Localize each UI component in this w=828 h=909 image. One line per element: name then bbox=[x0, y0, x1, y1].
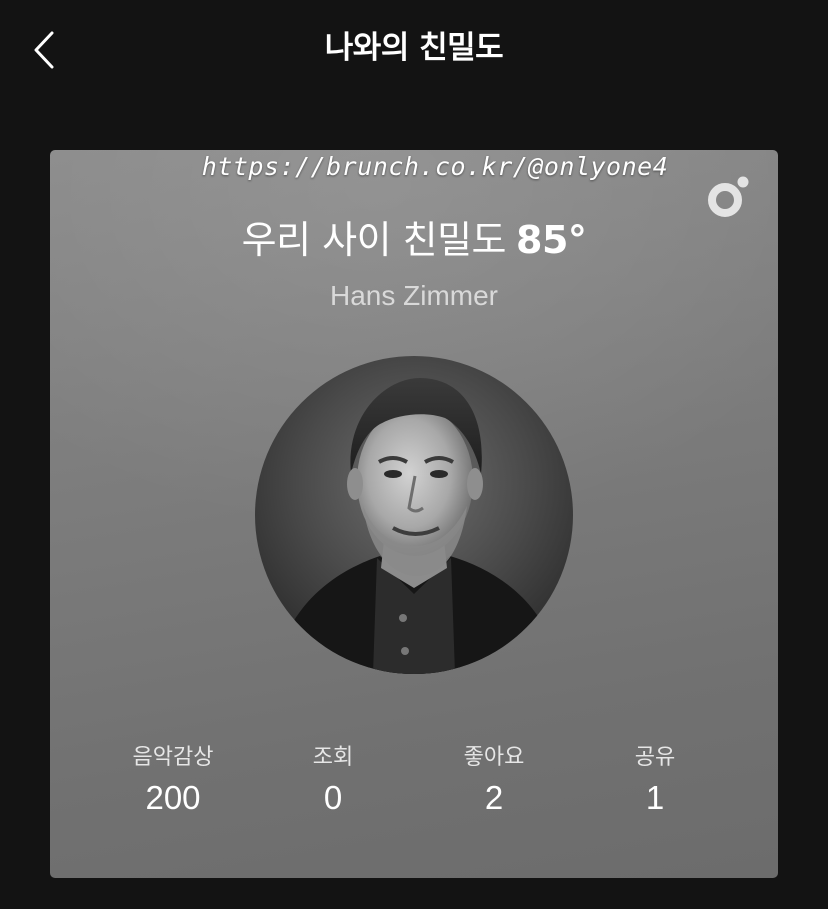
stat-value: 200 bbox=[145, 779, 201, 816]
stat-label: 공유 bbox=[634, 745, 676, 770]
stat-label: 좋아요 bbox=[463, 745, 525, 770]
intimacy-headline: 우리 사이 친밀도 85° bbox=[50, 212, 778, 268]
stat-value: 1 bbox=[645, 779, 665, 816]
stat-value: 2 bbox=[484, 779, 504, 816]
stat-music-listening: 음악감상 200 bbox=[93, 742, 253, 820]
stat-label: 조회 bbox=[312, 745, 354, 770]
stat-shares: 공유 1 bbox=[575, 742, 735, 820]
stats-row: 음악감상 200 조회 0 좋아요 2 공유 1 bbox=[50, 742, 778, 822]
stat-likes: 좋아요 2 bbox=[414, 742, 574, 820]
stat-label: 음악감상 bbox=[132, 745, 214, 770]
artist-photo bbox=[255, 356, 573, 674]
page-title: 나와의 친밀도 bbox=[324, 30, 504, 66]
intimacy-card: https://brunch.co.kr/@onlyone4 우리 사이 친밀도… bbox=[50, 150, 778, 878]
artist-name: Hans Zimmer bbox=[329, 280, 498, 311]
stat-views: 조회 0 bbox=[253, 742, 413, 820]
watermark-text: https://brunch.co.kr/@onlyone4 bbox=[201, 152, 669, 181]
intimacy-headline-text: 우리 사이 친밀도 bbox=[241, 218, 507, 262]
artist-portrait-image bbox=[255, 356, 573, 674]
intimacy-degree: 85° bbox=[516, 218, 587, 262]
stat-value: 0 bbox=[323, 779, 343, 816]
top-bar: 나와의 친밀도 bbox=[0, 0, 828, 100]
